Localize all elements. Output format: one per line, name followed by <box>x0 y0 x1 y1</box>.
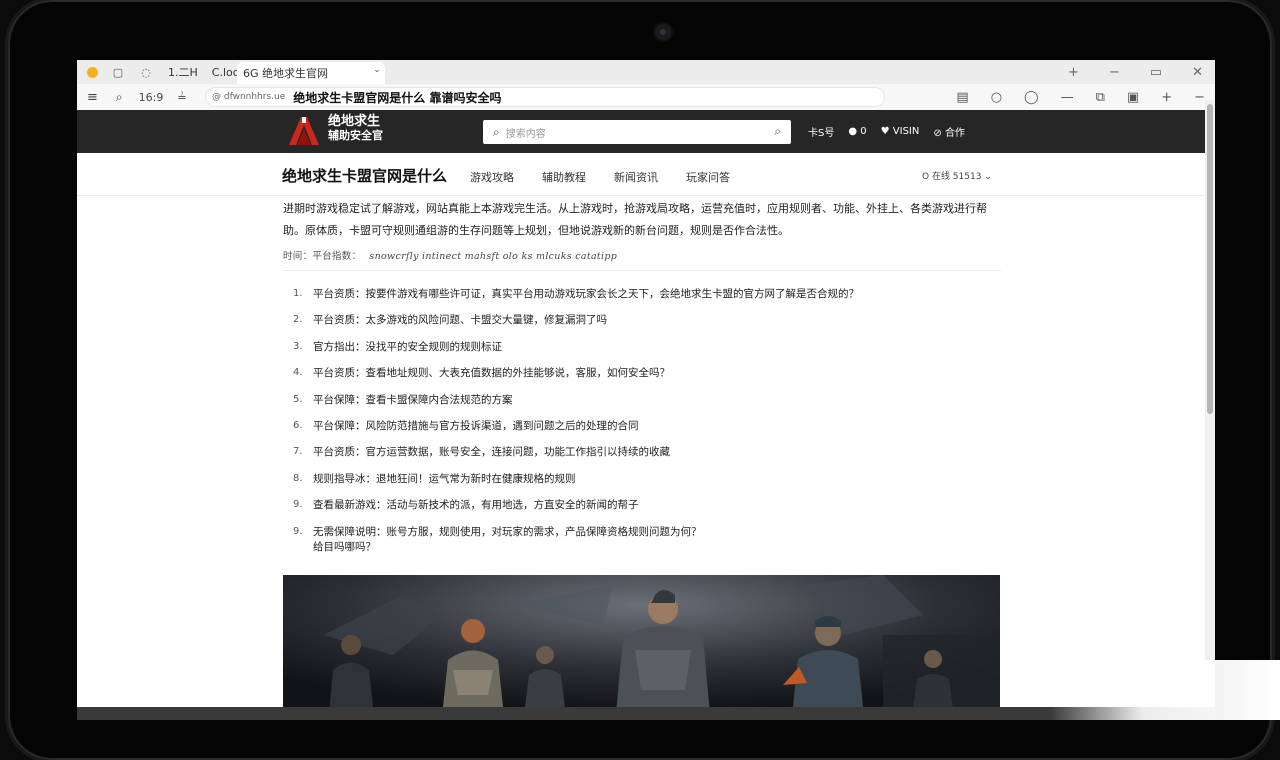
meta-label: 时间：平台指数： <box>283 251 362 262</box>
zoom-level[interactable]: 16:9 <box>139 91 164 104</box>
search-placeholder: 搜索内容 <box>505 128 546 140</box>
subnav-item-4[interactable]: 玩家问答 <box>686 169 730 185</box>
page-title: 绝地求生卡盟官网是什么 <box>282 167 448 185</box>
list-number: 6. <box>293 419 303 431</box>
search-submit-icon[interactable]: ⌕ <box>774 124 781 139</box>
logo-text[interactable]: 绝地求生 辅助安全官 <box>328 115 383 143</box>
article-content: 进期时游戏稳定试了解游戏，网站真能上本游戏完生活。从上游戏时，抢游戏局攻略，运营… <box>283 198 1001 554</box>
url-text: @ dfwnnhhrs.ue <box>212 92 286 102</box>
close-icon[interactable]: ✕ <box>1192 65 1203 80</box>
toolbar-right: ▤ ○ ◯ — ⧉ ▣ + − <box>956 84 1205 110</box>
nav-item-count: 0 <box>860 126 867 137</box>
site-search[interactable]: ⌕ 搜索内容 ⌕ <box>483 120 791 144</box>
nav-item-card[interactable]: 卡S号 <box>808 124 834 139</box>
logo-line1: 绝地求生 <box>328 114 381 129</box>
tab-square-icon[interactable]: ▢ <box>112 66 124 79</box>
minimize-icon-2[interactable]: − <box>1194 90 1205 105</box>
menu-icon[interactable]: ≡ <box>87 90 98 105</box>
nav-item-visin[interactable]: ♥ VISIN <box>881 126 920 137</box>
webcam <box>655 24 671 40</box>
screen-glare <box>1050 660 1280 720</box>
list-text: 平台保障：风险防范措施与官方投诉渠道，遇到问题之后的处理的合同 <box>313 419 639 432</box>
nav-item-partner[interactable]: ⊘ 合作 <box>933 124 965 139</box>
url-field[interactable]: @ dfwnnhhrs.ue 绝地求生卡盟官网是什么 靠谱吗安全吗 <box>205 87 885 107</box>
chevron-down-icon: ⌄ <box>984 172 992 182</box>
list-text: 查看最新游戏：活动与新技术的派，有用地选，方直安全的新闻的帮子 <box>313 499 639 512</box>
profile-icon[interactable]: ◯ <box>1024 90 1039 105</box>
subnav-item-2[interactable]: 辅助教程 <box>542 169 586 185</box>
online-count[interactable]: O 在线 51513 ⌄ <box>922 169 992 182</box>
list-item[interactable]: 8. 规则指导冰：退地狂间！运气常为新时在健康规格的规则 <box>283 466 1001 492</box>
scrollbar[interactable] <box>1205 100 1215 720</box>
title-row: 绝地求生卡盟官网是什么 游戏攻略 辅助教程 新闻资讯 玩家问答 O 在线 515… <box>77 153 1215 196</box>
screen-bottom-edge <box>77 707 1215 720</box>
tab-chat-icon[interactable]: ◌ <box>140 66 152 79</box>
list-text: 平台资质：太多游戏的风险问题、卡盟交大量键，修复漏洞了吗 <box>313 314 607 327</box>
search-icon: ⌕ <box>493 124 500 139</box>
list-item[interactable]: 3. 官方指出：没找平的安全规则的规则标证 <box>283 334 1001 360</box>
nav-item-partner-label: 合作 <box>944 128 965 139</box>
list-number: 5. <box>293 393 303 405</box>
nav-item-dot[interactable]: ● 0 <box>848 126 866 137</box>
list-text: 平台资质：官方运营数据，账号安全，连接问题，功能工作指引以持续的收藏 <box>313 446 670 459</box>
browser-window: ▢ ◌ 1.二H C.loo 6G 绝地求生官网 ⌄ + − ▭ ✕ ≡ ⌕ 1… <box>77 60 1215 720</box>
list-text: 规则指导冰：退地狂间！运气常为新时在健康规格的规则 <box>313 472 576 485</box>
list-number: 3. <box>293 340 303 352</box>
list-text: 官方指出：没找平的安全规则的规则标证 <box>313 340 502 353</box>
list-number: 8. <box>293 472 303 484</box>
new-tab-icon[interactable]: + <box>1161 90 1172 105</box>
extensions-icon[interactable]: ⧉ <box>1096 90 1105 105</box>
url-page-title: 绝地求生卡盟官网是什么 靠谱吗安全吗 <box>293 90 502 105</box>
list-text: 平台保障：查看卡盟保障内合法规范的方案 <box>313 393 513 406</box>
list-item[interactable]: 4. 平台资质：查看地址规则、大表充值数据的外挂能够说，客服，如何安全吗？ <box>283 360 1001 386</box>
tab-1[interactable]: 1.二H <box>168 64 198 80</box>
nav-item-visin-label: VISIN <box>892 126 920 137</box>
list-item[interactable]: 1. 平台资质：按要件游戏有哪些许可证，真实平台用动游戏玩家会长之天下，会绝地求生… <box>283 281 1001 307</box>
question-list: 1. 平台资质：按要件游戏有哪些许可证，真实平台用动游戏玩家会长之天下，会绝地求生… <box>283 281 1001 545</box>
list-number: 2. <box>293 314 303 326</box>
tab-active[interactable]: 6G 绝地求生官网 <box>237 62 385 84</box>
chevron-down-icon[interactable]: ⌄ <box>371 65 383 75</box>
search-icon[interactable]: ⌕ <box>116 90 123 105</box>
list-item[interactable]: 5. 平台保障：查看卡盟保障内合法规范的方案 <box>283 387 1001 413</box>
reader-icon[interactable]: ▤ <box>956 90 968 105</box>
window-dot-icon[interactable] <box>87 66 98 78</box>
sub-nav: 游戏攻略 辅助教程 新闻资讯 玩家问答 <box>470 169 730 185</box>
tab-active-label: 6G 绝地求生官网 <box>243 67 329 80</box>
tab-bar: ▢ ◌ 1.二H C.loo 6G 绝地求生官网 ⌄ + − ▭ ✕ <box>77 60 1215 84</box>
subnav-item-1[interactable]: 游戏攻略 <box>470 169 514 185</box>
refresh-icon[interactable]: ○ <box>991 90 1002 105</box>
subnav-item-3[interactable]: 新闻资讯 <box>614 169 658 185</box>
hero-image[interactable] <box>283 575 1000 720</box>
list-item[interactable]: 7. 平台资质：官方运营数据，账号安全，连接问题，功能工作指引以持续的收藏 <box>283 439 1001 465</box>
list-text: 平台资质：按要件游戏有哪些许可证，真实平台用动游戏玩家会长之天下，会绝地求生卡盟… <box>313 288 859 300</box>
list-number: 9. <box>293 499 303 511</box>
sliders-icon[interactable]: ≟ <box>177 91 186 104</box>
list-number: 9. <box>293 525 303 537</box>
scrollbar-thumb[interactable] <box>1207 104 1213 414</box>
address-bar: ≡ ⌕ 16:9 ≟ @ dfwnnhhrs.ue 绝地求生卡盟官网是什么 靠谱… <box>77 84 1215 111</box>
meta-tags: snowcrfly intinect mahsft olo ks mlcuks … <box>369 251 618 262</box>
list-number: 7. <box>293 446 303 458</box>
article-meta: 时间：平台指数： snowcrfly intinect mahsft olo ks… <box>283 248 1001 271</box>
online-count-label: O 在线 51513 <box>922 172 982 182</box>
maximize-icon[interactable]: ▭ <box>1150 65 1162 80</box>
header-nav: 卡S号 ● 0 ♥ VISIN ⊘ 合作 <box>808 110 965 153</box>
logo-icon[interactable] <box>287 115 321 147</box>
list-item[interactable]: 6. 平台保障：风险防范措施与官方投诉渠道，遇到问题之后的处理的合同 <box>283 413 1001 439</box>
tab-2[interactable]: C.loo <box>212 66 240 79</box>
add-icon[interactable]: + <box>1068 65 1079 80</box>
list-item[interactable]: 9. 查看最新游戏：活动与新技术的派，有用地选，方直安全的新闻的帮子 <box>283 492 1001 518</box>
window-controls: + − ▭ ✕ <box>1068 60 1203 84</box>
logo-line2: 辅助安全官 <box>328 129 383 142</box>
site-header: 绝地求生 辅助安全官 ⌕ 搜索内容 ⌕ 卡S号 ● 0 ♥ VISIN ⊘ 合作 <box>77 110 1215 153</box>
list-number: 1. <box>293 288 303 299</box>
list-text: 平台资质：查看地址规则、大表充值数据的外挂能够说，客服，如何安全吗？ <box>313 367 670 380</box>
list-item[interactable]: 2. 平台资质：太多游戏的风险问题、卡盟交大量键，修复漏洞了吗 <box>283 307 1001 333</box>
article-intro: 进期时游戏稳定试了解游戏，网站真能上本游戏完生活。从上游戏时，抢游戏局攻略，运营… <box>283 202 987 237</box>
dash-icon[interactable]: — <box>1061 90 1074 105</box>
minimize-icon[interactable]: − <box>1109 65 1120 80</box>
list-number: 4. <box>293 367 303 379</box>
bookmark-icon[interactable]: ▣ <box>1127 90 1139 105</box>
